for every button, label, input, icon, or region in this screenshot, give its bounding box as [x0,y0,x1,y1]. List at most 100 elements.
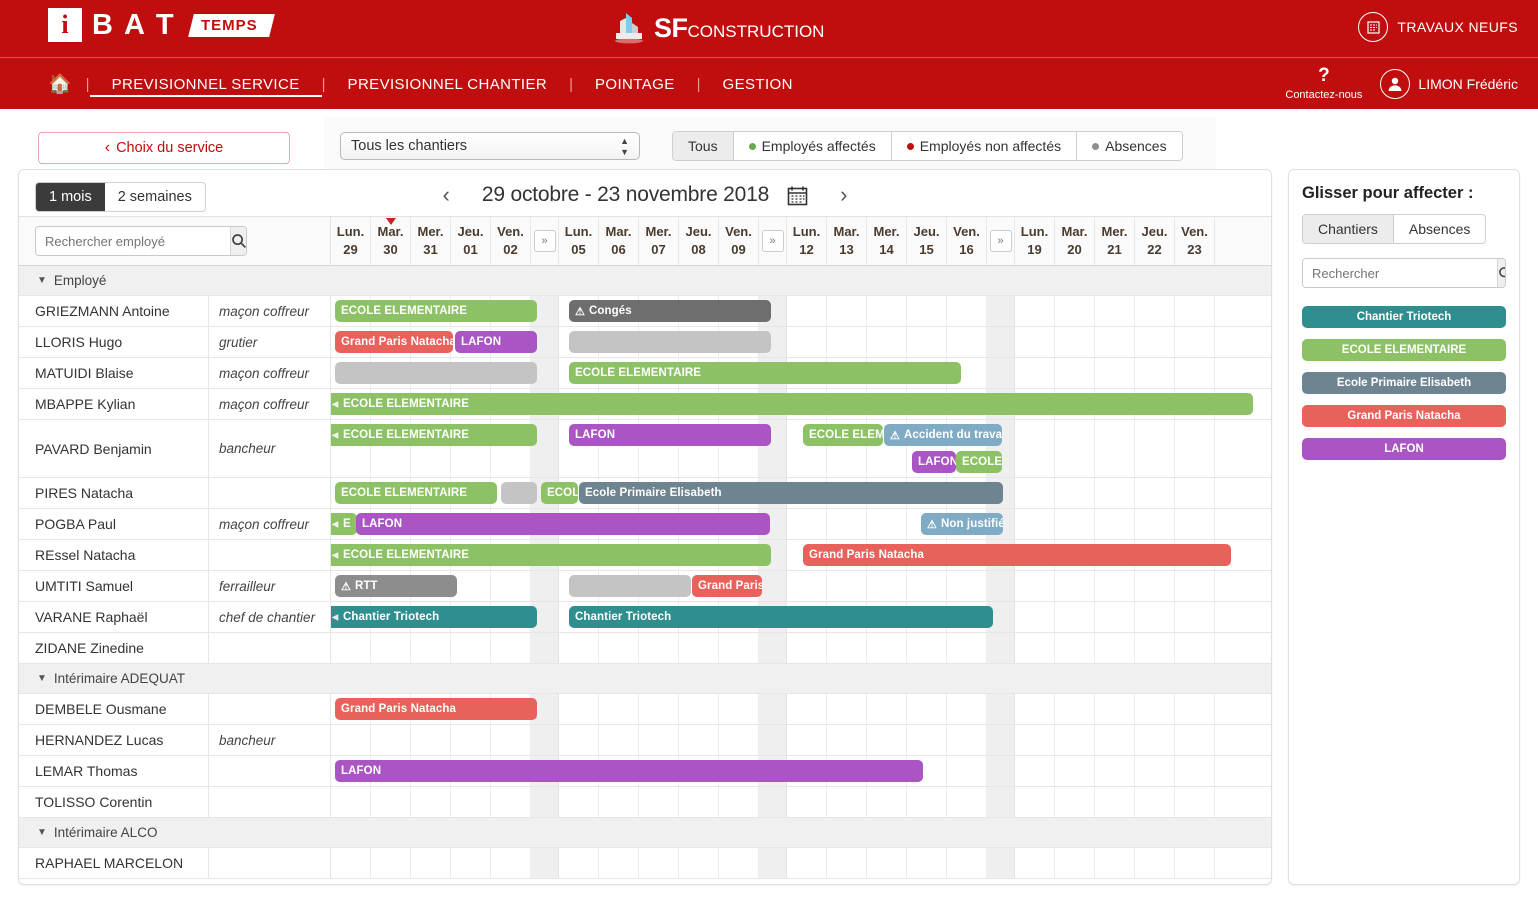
day-cell[interactable] [1015,509,1055,539]
filter-tous[interactable]: Tous [673,132,734,160]
employee-row[interactable]: RAPHAEL MARCELON [19,848,1271,879]
day-cell[interactable] [451,725,491,755]
assignment-bar[interactable]: LAFON [335,760,923,782]
day-cell[interactable] [787,725,827,755]
day-cell[interactable] [1095,633,1135,663]
day-cell[interactable] [1015,848,1055,878]
day-cell[interactable] [719,694,759,724]
day-cell[interactable] [1095,694,1135,724]
nav-item-previsionnel-chantier[interactable]: PREVISIONNEL CHANTIER [326,72,570,97]
assignment-bar[interactable]: ECOLE ELEMENTAIRE [331,393,1253,415]
day-cell[interactable] [867,848,907,878]
day-cell[interactable] [491,571,531,601]
employee-row[interactable]: HERNANDEZ Lucasbancheur [19,725,1271,756]
day-cell[interactable] [827,633,867,663]
day-cell[interactable] [867,633,907,663]
day-cell[interactable] [411,633,451,663]
day-cell[interactable] [867,725,907,755]
day-cell[interactable] [491,787,531,817]
day-cell[interactable] [1095,358,1135,388]
day-cell[interactable] [639,633,679,663]
day-cell[interactable] [331,725,371,755]
assign-search-input[interactable] [1303,259,1497,287]
group-toggle[interactable]: ▼Employé [19,273,106,288]
employee-row[interactable]: REssel NatachaECOLE ELEMENTAIREGrand Par… [19,540,1271,571]
day-cell[interactable] [1015,756,1055,786]
employee-row[interactable]: DEMBELE OusmaneGrand Paris Natacha [19,694,1271,725]
assignment-bar[interactable]: Grand Paris N [692,575,762,597]
day-cell[interactable] [331,848,371,878]
day-cell[interactable] [947,296,987,326]
assignment-bar[interactable]: ⚠RTT [335,575,457,597]
day-cell[interactable] [907,787,947,817]
day-cell[interactable] [371,787,411,817]
day-cell[interactable] [1055,571,1095,601]
day-cell[interactable] [787,694,827,724]
day-cell[interactable] [1055,509,1095,539]
day-cell[interactable] [1055,848,1095,878]
day-cell[interactable] [599,694,639,724]
day-cell[interactable] [827,571,867,601]
day-cell[interactable] [787,787,827,817]
day-cell[interactable] [1095,848,1135,878]
expand-weekend-button[interactable]: » [534,230,556,252]
day-cell[interactable] [411,725,451,755]
day-cell[interactable] [867,327,907,357]
day-cell[interactable] [719,725,759,755]
day-cell[interactable] [1175,725,1215,755]
day-cell[interactable] [1015,478,1055,508]
day-cell[interactable] [1055,694,1095,724]
day-cell[interactable] [1015,787,1055,817]
day-cell[interactable] [1135,725,1175,755]
day-cell[interactable] [1055,296,1095,326]
day-cell[interactable] [947,756,987,786]
day-cell[interactable] [559,848,599,878]
day-cell[interactable] [1015,358,1055,388]
day-cell[interactable] [827,694,867,724]
day-cell[interactable] [1135,756,1175,786]
day-cell[interactable] [1015,571,1055,601]
assignment-bar[interactable]: LAFON [912,451,956,473]
assignment-bar[interactable]: Chantier Triotech [569,606,993,628]
employee-row[interactable]: PAVARD BenjaminbancheurECOLE ELEMENTAIRE… [19,420,1271,478]
day-cell[interactable] [787,327,827,357]
day-cell[interactable] [1055,478,1095,508]
day-cell[interactable] [639,787,679,817]
row-track[interactable]: ECOLE ELEMENTAIRE⚠Congés [331,296,1271,326]
row-track[interactable]: ECOLE ELEMENTAIRE [331,358,1271,388]
assignment-bar[interactable]: ECOLE ELEMENTAIRE [335,482,497,504]
row-track[interactable]: Chantier TriotechChantier Triotech [331,602,1271,632]
day-cell[interactable] [907,848,947,878]
day-cell[interactable] [907,327,947,357]
assignment-bar[interactable]: LAFON [455,331,537,353]
nav-item-gestion[interactable]: GESTION [701,72,815,97]
filter-absences[interactable]: Absences [1077,132,1181,160]
assignment-bar[interactable]: Grand Paris Natacha [335,331,453,353]
assignment-bar[interactable]: ⚠Accident du travail [884,424,1002,446]
day-cell[interactable] [907,694,947,724]
day-cell[interactable] [1135,787,1175,817]
employee-row[interactable]: UMTITI Samuelferrailleur⚠RTTGrand Paris … [19,571,1271,602]
day-cell[interactable] [371,725,411,755]
draggable-chip[interactable]: Grand Paris Natacha [1302,405,1506,427]
day-cell[interactable] [827,787,867,817]
day-cell[interactable] [1135,420,1175,477]
day-cell[interactable] [1055,358,1095,388]
assignment-bar[interactable]: E [331,513,357,535]
day-cell[interactable] [947,848,987,878]
day-cell[interactable] [1175,296,1215,326]
day-cell[interactable] [1135,509,1175,539]
search-input[interactable] [36,227,230,255]
day-cell[interactable] [491,725,531,755]
assignment-bar[interactable]: ⚠Non justifié [921,513,1003,535]
day-cell[interactable] [1175,756,1215,786]
day-cell[interactable] [1015,633,1055,663]
day-cell[interactable] [1135,478,1175,508]
day-cell[interactable] [559,787,599,817]
day-cell[interactable] [1015,420,1055,477]
day-cell[interactable] [1095,509,1135,539]
day-cell[interactable] [907,296,947,326]
assignment-bar[interactable]: LAFON [569,424,771,446]
draggable-chip[interactable]: LAFON [1302,438,1506,460]
expand-weekend-button[interactable]: » [762,230,784,252]
